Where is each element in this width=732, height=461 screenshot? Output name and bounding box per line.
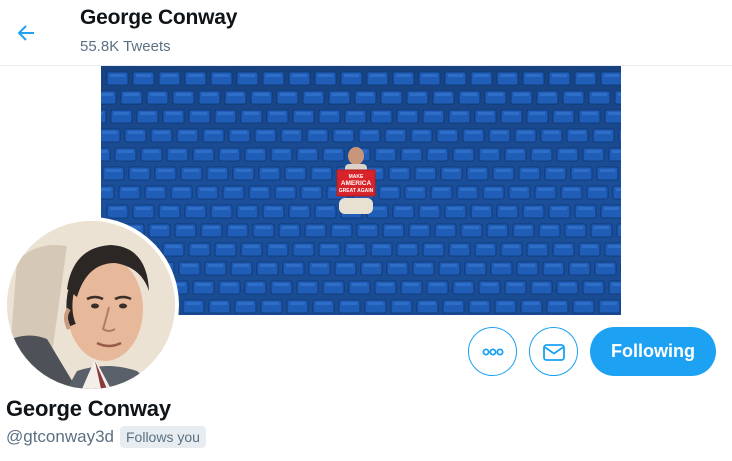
back-button[interactable]	[6, 13, 46, 53]
profile-banner[interactable]: MAKE AMERICA GREAT AGAIN	[101, 66, 621, 315]
more-button[interactable]	[468, 327, 518, 376]
header-title: George Conway	[80, 6, 238, 29]
sign-line-2: AMERICA	[341, 180, 372, 187]
banner-image: MAKE AMERICA GREAT AGAIN	[101, 66, 621, 315]
mail-icon	[542, 343, 565, 361]
profile-handle: @gtconway3d	[6, 427, 114, 446]
message-button[interactable]	[529, 327, 579, 376]
more-dots-icon	[482, 347, 504, 355]
profile-actions: Following	[468, 327, 716, 376]
arrow-left-icon	[17, 25, 34, 41]
follows-you-badge: Follows you	[120, 426, 206, 448]
sign-line-3: GREAT AGAIN	[339, 188, 374, 194]
following-button[interactable]: Following	[590, 327, 716, 376]
profile-header-bar: George Conway 55.8K Tweets	[0, 0, 732, 66]
avatar[interactable]	[3, 217, 179, 393]
avatar-image	[7, 221, 175, 389]
profile-display-name: George Conway	[6, 396, 171, 421]
handle-row: @gtconway3d Follows you	[6, 426, 206, 448]
tweet-count: 55.8K Tweets	[80, 38, 171, 55]
